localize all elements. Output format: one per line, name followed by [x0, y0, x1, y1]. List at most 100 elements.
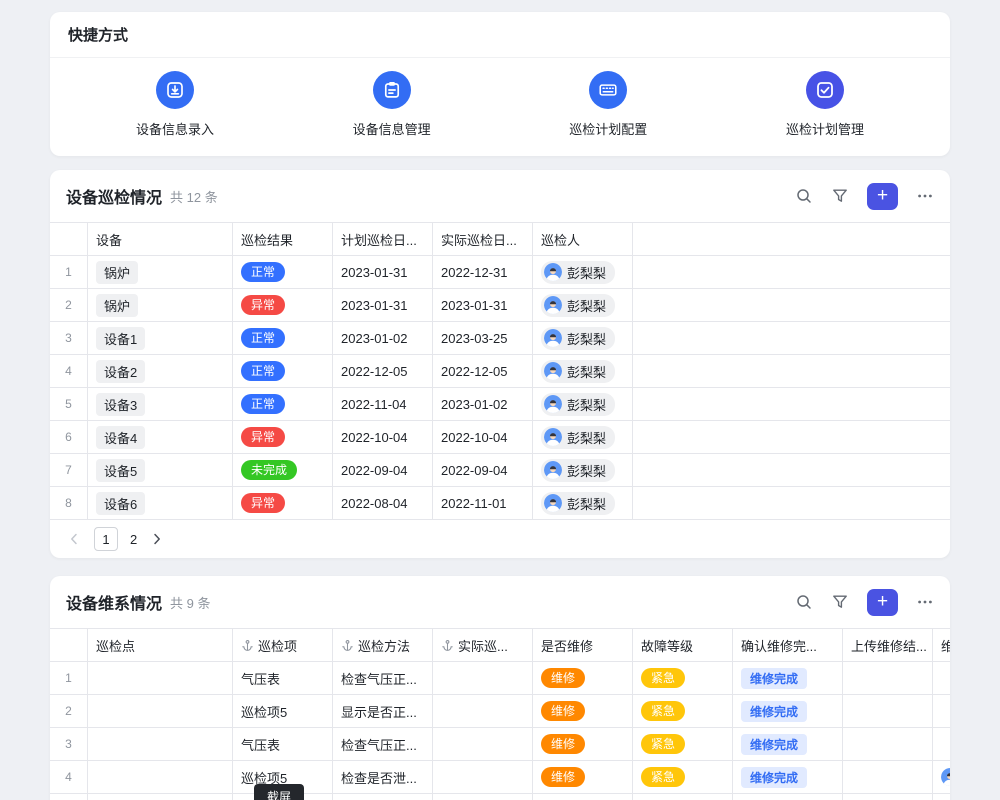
result-cell: 正常 [233, 388, 333, 420]
maintenance-row[interactable]: 4 巡检项5 检查是否泄... 维修 紧急 维修完成 [50, 761, 950, 794]
device-cell: 设备3 [88, 388, 233, 420]
row-number: 6 [50, 421, 88, 453]
actual-cell [433, 761, 533, 793]
inspector-cell: 彭梨梨 [533, 454, 633, 486]
column-header-device[interactable]: 设备 [88, 223, 233, 255]
column-header-repair[interactable]: 是否维修 [533, 629, 633, 661]
search-icon[interactable] [795, 187, 813, 205]
page-2-button[interactable]: 2 [130, 532, 137, 547]
next-page-button[interactable] [149, 531, 165, 547]
more-icon[interactable] [916, 593, 934, 611]
empty-cell [633, 454, 950, 486]
maintenance-row[interactable]: 5 巡检项5 显示是否正... 维修 [50, 794, 950, 800]
inspector-chip: 彭梨梨 [541, 459, 615, 482]
inspection-row[interactable]: 1 锅炉 正常 2023-01-31 2022-12-31 彭梨梨 [50, 256, 950, 289]
row-number: 1 [50, 662, 88, 694]
column-header-confirm[interactable]: 确认维修完... [733, 629, 843, 661]
level-badge: 紧急 [641, 701, 685, 721]
more-icon[interactable] [916, 187, 934, 205]
result-cell: 正常 [233, 256, 333, 288]
check-square-icon [806, 71, 844, 109]
shortcuts-title: 快捷方式 [50, 12, 950, 58]
confirm-repair-button[interactable]: 维修完成 [741, 701, 807, 722]
column-label: 巡检项 [258, 636, 297, 655]
user-avatar [544, 494, 562, 512]
planned-date-cell: 2022-08-04 [333, 487, 433, 519]
level-cell [633, 794, 733, 800]
column-header-truncated[interactable]: 维 [933, 629, 950, 661]
add-record-button[interactable]: + [867, 183, 898, 210]
device-tag: 设备2 [96, 360, 145, 383]
column-header-level[interactable]: 故障等级 [633, 629, 733, 661]
maintenance-row[interactable]: 2 巡检项5 显示是否正... 维修 紧急 维修完成 [50, 695, 950, 728]
shortcut-plan-config[interactable]: 巡检计划配置 [548, 71, 668, 138]
level-badge: 紧急 [641, 767, 685, 787]
empty-cell [933, 662, 950, 694]
inspection-row[interactable]: 4 设备2 正常 2022-12-05 2022-12-05 彭梨梨 [50, 355, 950, 388]
column-header-actual[interactable]: 实际巡... [433, 629, 533, 661]
column-header-actual[interactable]: 实际巡检日... [433, 223, 533, 255]
screenshot-tooltip: 截屏 [254, 784, 304, 800]
maintenance-row[interactable]: 1 气压表 检查气压正... 维修 紧急 维修完成 [50, 662, 950, 695]
empty-cell [633, 487, 950, 519]
confirm-cell: 维修完成 [733, 695, 843, 727]
level-cell: 紧急 [633, 761, 733, 793]
maintenance-row[interactable]: 3 气压表 检查气压正... 维修 紧急 维修完成 [50, 728, 950, 761]
actual-date-cell: 2022-09-04 [433, 454, 533, 486]
inspector-cell: 彭梨梨 [533, 487, 633, 519]
pagination: 1 2 [50, 520, 950, 558]
confirm-cell: 维修完成 [733, 761, 843, 793]
column-header-result[interactable]: 巡检结果 [233, 223, 333, 255]
confirm-cell: 维修完成 [733, 662, 843, 694]
actual-cell [433, 728, 533, 760]
page-1-button[interactable]: 1 [94, 527, 118, 551]
column-header-item[interactable]: 巡检项 [233, 629, 333, 661]
column-header-upload[interactable]: 上传维修结... [843, 629, 933, 661]
inspection-row[interactable]: 5 设备3 正常 2022-11-04 2023-01-02 彭梨梨 [50, 388, 950, 421]
inspection-row[interactable]: 3 设备1 正常 2023-01-02 2023-03-25 彭梨梨 [50, 322, 950, 355]
row-number: 8 [50, 487, 88, 519]
add-record-button[interactable]: + [867, 589, 898, 616]
actual-date-cell: 2022-10-04 [433, 421, 533, 453]
inspection-row[interactable]: 8 设备6 异常 2022-08-04 2022-11-01 彭梨梨 [50, 487, 950, 520]
planned-date-cell: 2023-01-02 [333, 322, 433, 354]
inspection-row[interactable]: 6 设备4 异常 2022-10-04 2022-10-04 彭梨梨 [50, 421, 950, 454]
repair-badge: 维修 [541, 668, 585, 688]
row-number: 4 [50, 761, 88, 793]
method-cell: 显示是否正... [333, 695, 433, 727]
prev-page-button[interactable] [66, 531, 82, 547]
inspection-row[interactable]: 7 设备5 未完成 2022-09-04 2022-09-04 彭梨梨 [50, 454, 950, 487]
device-cell: 设备4 [88, 421, 233, 453]
inspector-cell: 彭梨梨 [533, 421, 633, 453]
inspector-name: 彭梨梨 [567, 329, 606, 348]
shortcut-plan-manage[interactable]: 巡检计划管理 [765, 71, 885, 138]
confirm-cell [733, 794, 843, 800]
result-badge: 异常 [241, 427, 285, 447]
result-badge: 未完成 [241, 460, 297, 480]
record-count: 共 12 条 [170, 187, 218, 206]
point-cell [88, 794, 233, 800]
filter-icon[interactable] [831, 187, 849, 205]
device-tag: 设备3 [96, 393, 145, 416]
planned-date-cell: 2022-10-04 [333, 421, 433, 453]
search-icon[interactable] [795, 593, 813, 611]
device-cell: 设备1 [88, 322, 233, 354]
shortcut-device-manage[interactable]: 设备信息管理 [332, 71, 452, 138]
inspection-row[interactable]: 2 锅炉 异常 2023-01-31 2023-01-31 彭梨梨 [50, 289, 950, 322]
shortcut-device-entry[interactable]: 设备信息录入 [115, 71, 235, 138]
item-cell: 气压表 [233, 728, 333, 760]
confirm-repair-button[interactable]: 维修完成 [741, 734, 807, 755]
filter-icon[interactable] [831, 593, 849, 611]
column-header-method[interactable]: 巡检方法 [333, 629, 433, 661]
empty-cell [933, 695, 950, 727]
confirm-repair-button[interactable]: 维修完成 [741, 767, 807, 788]
result-cell: 异常 [233, 421, 333, 453]
planned-date-cell: 2022-11-04 [333, 388, 433, 420]
empty-cell [933, 728, 950, 760]
inspector-name: 彭梨梨 [567, 461, 606, 480]
column-header-inspector[interactable]: 巡检人 [533, 223, 633, 255]
planned-date-cell: 2022-09-04 [333, 454, 433, 486]
column-header-point[interactable]: 巡检点 [88, 629, 233, 661]
column-header-planned[interactable]: 计划巡检日... [333, 223, 433, 255]
confirm-repair-button[interactable]: 维修完成 [741, 668, 807, 689]
